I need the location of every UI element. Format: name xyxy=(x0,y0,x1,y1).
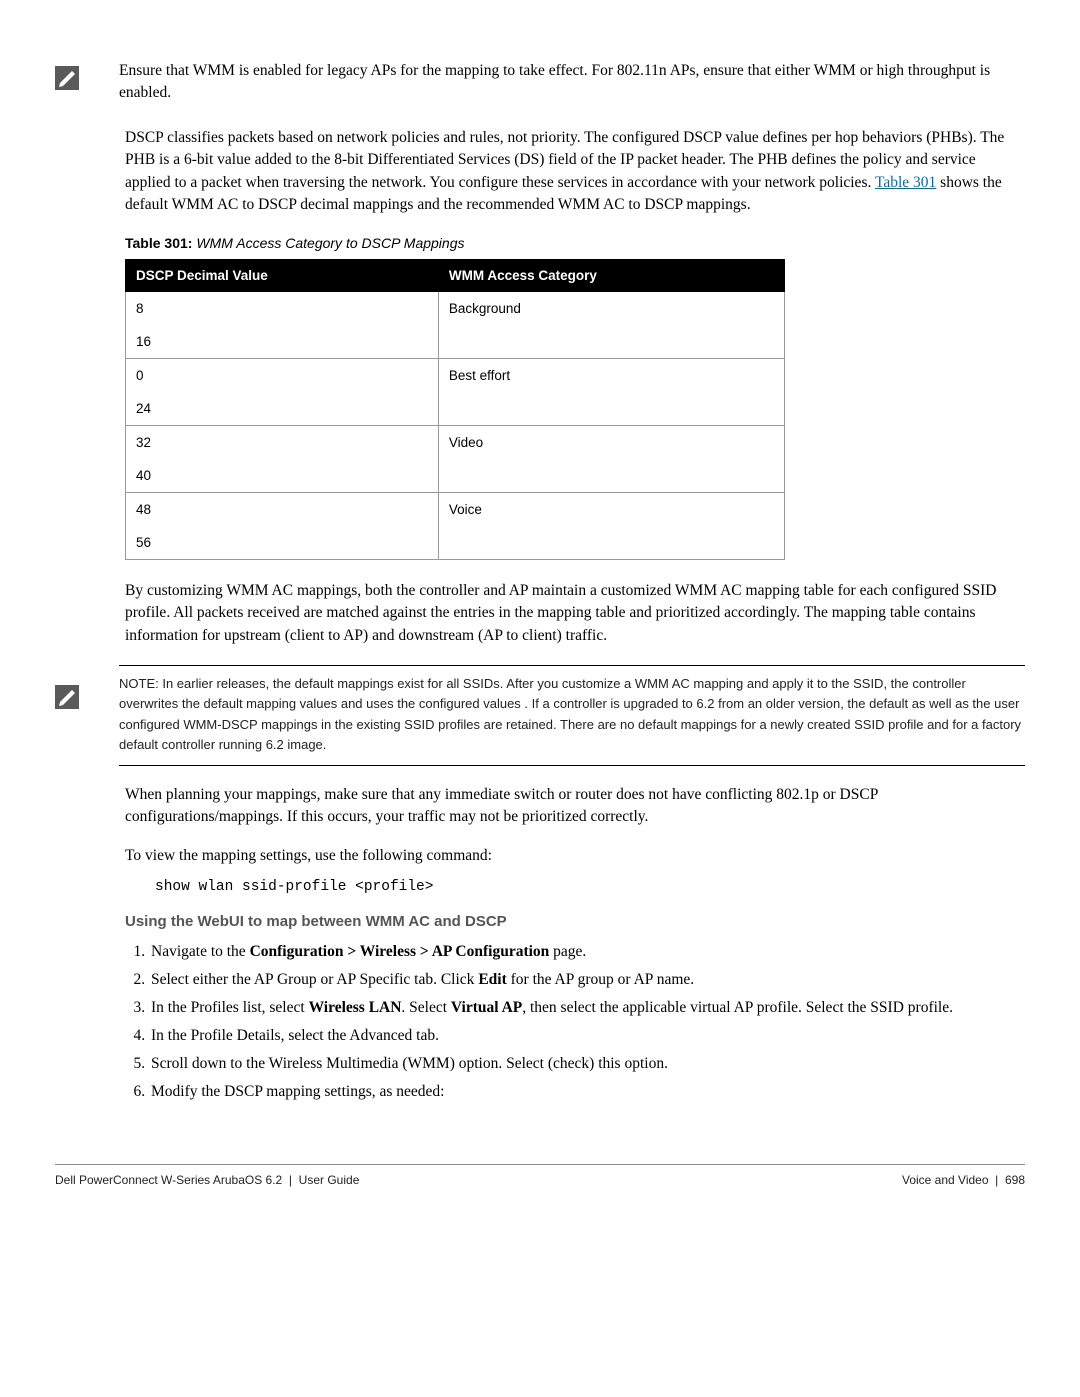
upgrade-note: NOTE: In earlier releases, the default m… xyxy=(55,665,1025,766)
cell-dscp: 24 xyxy=(126,392,439,426)
command-intro: To view the mapping settings, use the fo… xyxy=(125,847,1025,865)
note-icon xyxy=(55,685,79,709)
wmm-dscp-table: DSCP Decimal Value WMM Access Category 8… xyxy=(125,259,785,560)
command-code: show wlan ssid-profile <profile> xyxy=(155,879,1025,895)
cell-cat xyxy=(438,325,784,359)
table-301-link[interactable]: Table 301 xyxy=(875,174,936,191)
step-6: Modify the DSCP mapping settings, as nee… xyxy=(149,1080,1025,1104)
table-label: Table 301: xyxy=(125,235,192,251)
dscp-intro-paragraph: DSCP classifies packets based on network… xyxy=(125,127,1025,217)
table-header-dscp: DSCP Decimal Value xyxy=(126,259,439,291)
cell-cat xyxy=(438,459,784,493)
virtual-ap-label: Virtual AP xyxy=(451,999,522,1016)
table-row: 8Background xyxy=(126,291,785,325)
note-content: NOTE: In earlier releases, the default m… xyxy=(119,665,1025,766)
nav-path: Configuration > Wireless > AP Configurat… xyxy=(250,943,550,960)
note-text: Ensure that WMM is enabled for legacy AP… xyxy=(119,60,1025,105)
step-4: In the Profile Details, select the Advan… xyxy=(149,1024,1025,1048)
edit-label: Edit xyxy=(478,971,506,988)
table-row: 24 xyxy=(126,392,785,426)
wireless-lan-label: Wireless LAN xyxy=(309,999,402,1016)
cell-dscp: 16 xyxy=(126,325,439,359)
document-page: Ensure that WMM is enabled for legacy AP… xyxy=(0,0,1080,1217)
cell-dscp: 56 xyxy=(126,526,439,560)
table-row: 40 xyxy=(126,459,785,493)
step-3: In the Profiles list, select Wireless LA… xyxy=(149,996,1025,1020)
cell-dscp: 0 xyxy=(126,358,439,392)
page-footer: Dell PowerConnect W-Series ArubaOS 6.2 |… xyxy=(55,1164,1025,1187)
table-caption: Table 301: WMM Access Category to DSCP M… xyxy=(125,235,1025,253)
table-row: 16 xyxy=(126,325,785,359)
planning-paragraph: When planning your mappings, make sure t… xyxy=(125,784,1025,829)
table-row: 56 xyxy=(126,526,785,560)
step-5: Scroll down to the Wireless Multimedia (… xyxy=(149,1052,1025,1076)
cell-cat xyxy=(438,392,784,426)
para-text-pre: DSCP classifies packets based on network… xyxy=(125,129,1004,191)
table-row: 32Video xyxy=(126,425,785,459)
step-1: Navigate to the Configuration > Wireless… xyxy=(149,940,1025,964)
cell-dscp: 40 xyxy=(126,459,439,493)
footer-right: Voice and Video | 698 xyxy=(902,1173,1025,1187)
cell-cat xyxy=(438,526,784,560)
footer-left: Dell PowerConnect W-Series ArubaOS 6.2 |… xyxy=(55,1173,359,1187)
cell-dscp: 32 xyxy=(126,425,439,459)
cell-cat: Best effort xyxy=(438,358,784,392)
table-row: 0Best effort xyxy=(126,358,785,392)
note-icon xyxy=(55,66,79,90)
cell-cat: Background xyxy=(438,291,784,325)
table-header-wmm: WMM Access Category xyxy=(438,259,784,291)
step-2: Select either the AP Group or AP Specifi… xyxy=(149,968,1025,992)
cell-cat: Voice xyxy=(438,492,784,526)
section-heading: Using the WebUI to map between WMM AC an… xyxy=(125,913,1025,930)
steps-list: Navigate to the Configuration > Wireless… xyxy=(125,940,1025,1104)
table-row: 48Voice xyxy=(126,492,785,526)
cell-dscp: 48 xyxy=(126,492,439,526)
customizing-paragraph: By customizing WMM AC mappings, both the… xyxy=(125,580,1025,647)
cell-cat: Video xyxy=(438,425,784,459)
cell-dscp: 8 xyxy=(126,291,439,325)
note-wmm-enabled: Ensure that WMM is enabled for legacy AP… xyxy=(55,60,1025,105)
table-title: WMM Access Category to DSCP Mappings xyxy=(192,235,464,251)
